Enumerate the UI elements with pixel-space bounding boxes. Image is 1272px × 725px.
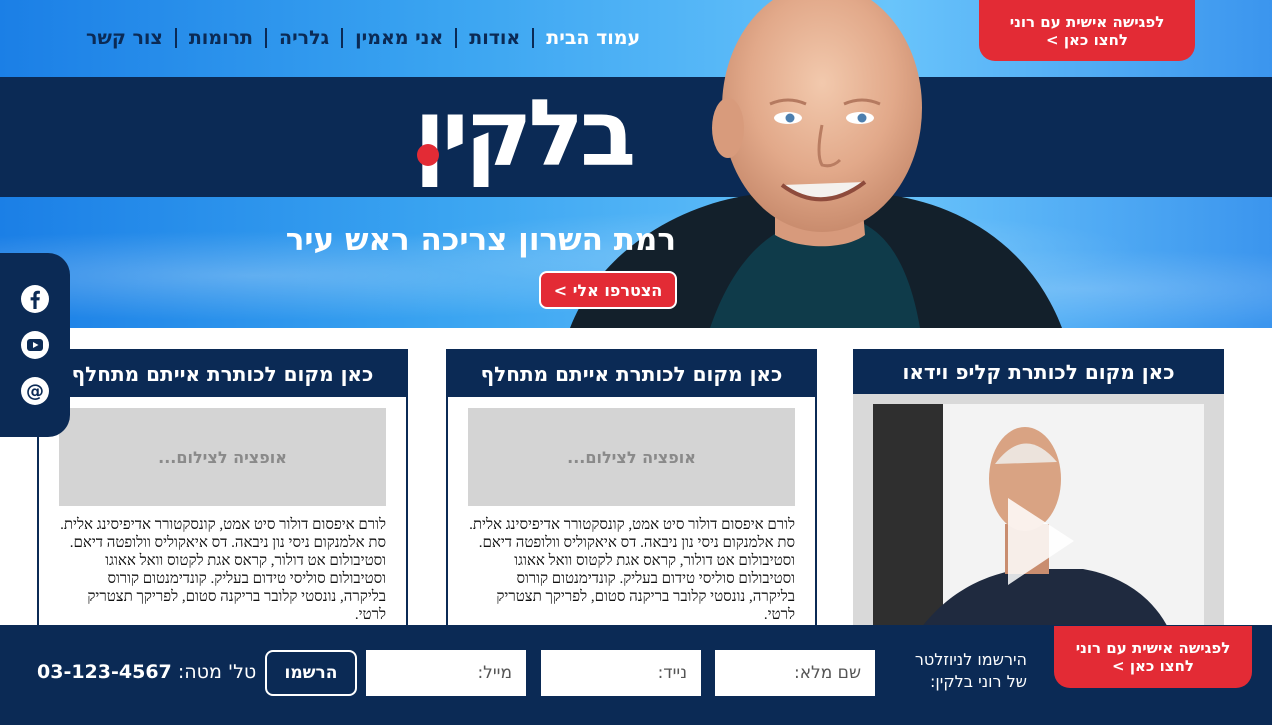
- phone-field[interactable]: [541, 650, 701, 696]
- register-button[interactable]: הרשמו: [265, 650, 357, 696]
- hq-label: טל' מטה:: [177, 661, 257, 683]
- nav-item-about[interactable]: אודות: [457, 27, 532, 49]
- nav-item-home[interactable]: עמוד הבית: [534, 27, 640, 49]
- name-field[interactable]: [715, 650, 875, 696]
- personal-meeting-cta-bottom[interactable]: לפגישה אישית עם רוני לחצו כאן >: [1054, 626, 1252, 688]
- card-photo-placeholder: אופציה לצילום...: [468, 408, 795, 506]
- personal-meeting-cta[interactable]: לפגישה אישית עם רוני לחצו כאן >: [979, 0, 1195, 61]
- cta-line1: לפגישה אישית עם רוני: [1075, 639, 1231, 657]
- nav-item-gallery[interactable]: גלריה: [267, 27, 341, 49]
- play-icon[interactable]: [1004, 494, 1079, 589]
- news-card: כאן מקום לכותרת אייתם מתחלף אופציה לצילו…: [446, 349, 817, 639]
- facebook-icon[interactable]: [19, 283, 51, 315]
- card-text: לורם איפסום דולור סיט אמט, קונסקטורר אדי…: [60, 517, 386, 623]
- hero-tagline: רמת השרון צריכה ראש עיר: [285, 222, 676, 258]
- video-thumbnail[interactable]: [873, 404, 1204, 639]
- hq-phone[interactable]: 03-123-4567: [37, 661, 172, 683]
- video-card-title: כאן מקום לכותרת קליפ וידאו: [853, 349, 1224, 394]
- card-title: כאן מקום לכותרת אייתם מתחלף: [39, 351, 406, 397]
- nav-bar: צור קשר תרומות גלריה אני מאמין אודות עמו…: [86, 27, 640, 49]
- video-card: כאן מקום לכותרת קליפ וידאו: [853, 349, 1224, 639]
- youtube-icon[interactable]: [19, 329, 51, 361]
- news-card: כאן מקום לכותרת אייתם מתחלף אופציה לצילו…: [37, 349, 408, 639]
- newsletter-label: הירשמו לניוזלטר של רוני בלקין:: [914, 650, 1027, 691]
- cta-line2: לחצו כאן >: [1046, 30, 1128, 49]
- card-text: לורם איפסום דולור סיט אמט, קונסקטורר אדי…: [469, 517, 795, 623]
- cta-line1: לפגישה אישית עם רוני: [1009, 12, 1165, 31]
- email-icon[interactable]: @: [19, 375, 51, 407]
- join-button[interactable]: הצטרפו אלי >: [539, 271, 677, 309]
- nav-item-beliefs[interactable]: אני מאמין: [343, 27, 455, 49]
- card-title: כאן מקום לכותרת אייתם מתחלף: [448, 351, 815, 397]
- candidate-logo: בלקין: [414, 80, 636, 187]
- hq-phone-info: טל' מטה: 03-123-4567: [37, 661, 256, 683]
- card-photo-placeholder: אופציה לצילום...: [59, 408, 386, 506]
- logo-red-dot: [417, 144, 439, 166]
- social-sidebar: @: [0, 253, 70, 437]
- svg-text:@: @: [26, 381, 44, 402]
- cta-line2: לחצו כאן >: [1112, 657, 1194, 675]
- email-field[interactable]: [366, 650, 526, 696]
- nav-item-contact[interactable]: צור קשר: [86, 27, 175, 49]
- nav-item-donations[interactable]: תרומות: [177, 27, 265, 49]
